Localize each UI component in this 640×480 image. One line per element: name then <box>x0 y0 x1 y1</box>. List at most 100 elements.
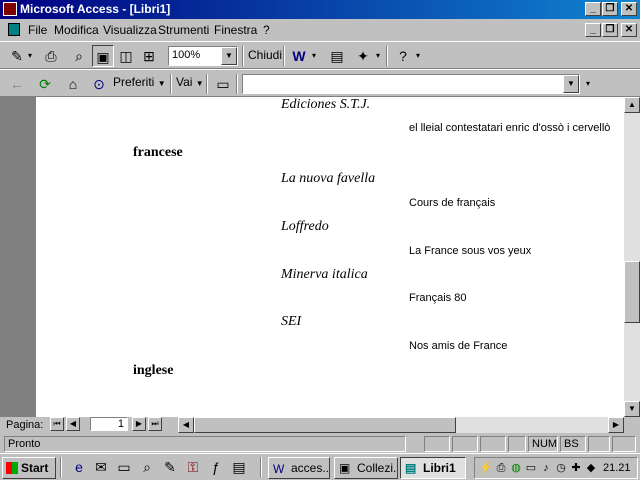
chevron-down-icon[interactable]: ▼ <box>563 75 579 93</box>
task-libri1-button[interactable]: ▤ Libri1 <box>400 457 466 479</box>
chevron-down-icon: ▼ <box>195 79 204 88</box>
access-window: Microsoft Access - [Libri1] _ ❐ ✕ File M… <box>0 0 640 480</box>
outlook-express-icon[interactable]: ✉ <box>90 456 112 478</box>
book-title: Français 80 <box>409 292 467 304</box>
new-object-icon[interactable]: ✦ <box>352 45 374 67</box>
toolbar-options-icon[interactable]: ▾ <box>582 73 594 95</box>
report-icon: ▤ <box>405 461 417 475</box>
scroll-up-icon[interactable]: ▲ <box>624 97 640 113</box>
doc-restore-button[interactable]: ❐ <box>602 23 618 37</box>
printer-icon[interactable]: ⎙ <box>494 461 508 475</box>
menu-visualizza[interactable]: Visualizza <box>103 23 157 37</box>
minimize-button[interactable]: _ <box>585 2 601 16</box>
task-access-button[interactable]: W acces... <box>268 457 330 479</box>
monitor-icon[interactable]: ▭ <box>524 461 538 475</box>
book-title: La France sous vos yeux <box>409 245 532 257</box>
access-app-icon[interactable] <box>3 2 17 16</box>
go-label: Vai <box>176 75 193 89</box>
show-only-web-toolbar-icon[interactable]: ▭ <box>212 73 234 95</box>
two-pages-icon[interactable]: ◫ <box>115 45 137 67</box>
horizontal-scrollbar[interactable]: ◀ ▶ <box>178 417 624 433</box>
page-number-field[interactable]: 1 <box>90 417 128 431</box>
chevron-down-icon[interactable]: ▼ <box>221 47 237 65</box>
address-combo[interactable]: ▼ <box>242 74 580 94</box>
menu-finestra[interactable]: Finestra <box>214 23 257 37</box>
tool-icon[interactable]: ƒ <box>205 456 227 478</box>
new-object-dropdown-icon[interactable]: ▾ <box>372 45 384 67</box>
task-collezioni-button[interactable]: ▣ Collezi... <box>334 457 398 479</box>
database-window-icon[interactable]: ▤ <box>326 45 348 67</box>
chevron-down-icon: ▼ <box>157 79 166 88</box>
next-page-icon[interactable]: ▶ <box>132 417 146 431</box>
scroll-right-icon[interactable]: ▶ <box>608 417 624 433</box>
refresh-icon[interactable]: ⟳ <box>34 73 56 95</box>
separator <box>386 46 388 66</box>
multiple-pages-icon[interactable]: ⊞ <box>138 45 160 67</box>
antivirus-icon[interactable]: ✚ <box>569 461 583 475</box>
page-navigation-bar: Pagina: ⏮ ◀ 1 ▶ ⏭ ◀ ▶ <box>0 417 640 433</box>
bs-indicator: BS <box>560 436 586 452</box>
menu-file[interactable]: File <box>28 23 47 37</box>
doc-minimize-button[interactable]: _ <box>585 23 601 37</box>
show-desktop-icon[interactable]: ▭ <box>113 456 135 478</box>
status-panel-empty <box>588 436 610 452</box>
search-icon[interactable]: ⌕ <box>136 456 158 478</box>
print-icon[interactable]: ⎙ <box>40 45 62 67</box>
publisher-name: Ediciones S.T.J. <box>281 97 371 112</box>
office-links-dropdown-icon[interactable]: ▾ <box>308 45 320 67</box>
scroll-down-icon[interactable]: ▼ <box>624 401 640 417</box>
channel-icon[interactable]: ▤ <box>228 456 250 478</box>
restore-button[interactable]: ❐ <box>602 2 618 16</box>
horizontal-scroll-thumb[interactable] <box>194 417 456 433</box>
clock[interactable]: 21.21 <box>603 462 631 474</box>
menu-bar: File Modifica Visualizza Strumenti Fines… <box>0 19 640 41</box>
toolbar-options-icon[interactable]: ▾ <box>412 45 424 67</box>
search-web-icon[interactable]: ⊙ <box>88 73 110 95</box>
menu-help[interactable]: ? <box>263 23 270 37</box>
help-icon[interactable]: ? <box>392 45 414 67</box>
page-label: Pagina: <box>6 419 44 431</box>
menu-modifica[interactable]: Modifica <box>54 23 99 37</box>
zoom-icon[interactable]: ⌕ <box>68 45 90 67</box>
separator <box>260 457 262 477</box>
back-icon[interactable]: ← <box>6 73 28 95</box>
vertical-scrollbar[interactable]: ▲ ▼ <box>624 97 640 417</box>
report-preview-area: Ediciones S.T.J. el lleial contestatari e… <box>0 97 640 417</box>
task-label: Collezi... <box>357 461 397 475</box>
language-group-header: francese <box>133 145 183 160</box>
zoom-combo[interactable]: 100% ▼ <box>168 46 238 66</box>
word-icon[interactable]: W <box>288 45 310 67</box>
volume-icon[interactable]: ♪ <box>539 461 553 475</box>
task-scheduler-icon[interactable]: ◷ <box>554 461 568 475</box>
first-page-icon[interactable]: ⏮ <box>50 417 64 431</box>
system-tray: ⚡ ⎙ ◍ ▭ ♪ ◷ ✚ ◆ 21.21 <box>474 457 638 479</box>
close-preview-button[interactable]: Chiudi <box>248 48 282 62</box>
separator <box>206 74 208 94</box>
document-icon[interactable] <box>8 23 20 36</box>
menu-strumenti[interactable]: Strumenti <box>158 23 209 37</box>
notepad-icon[interactable]: ✎ <box>159 456 181 478</box>
title-bar[interactable]: Microsoft Access - [Libri1] _ ❐ ✕ <box>0 0 640 19</box>
separator <box>283 46 285 66</box>
word-doc-icon: W <box>273 462 285 476</box>
access-quicklaunch-icon[interactable]: ⚿ <box>182 456 204 478</box>
book-title: el lleial contestatari enric d'ossò i ce… <box>409 122 611 134</box>
go-menu-button[interactable]: Vai ▼ <box>176 75 204 89</box>
vertical-scroll-thumb[interactable] <box>624 261 640 323</box>
close-button[interactable]: ✕ <box>621 2 637 16</box>
internet-explorer-icon[interactable]: e <box>68 456 90 478</box>
home-icon[interactable]: ⌂ <box>62 73 84 95</box>
start-button[interactable]: Start <box>2 457 56 479</box>
previous-page-icon[interactable]: ◀ <box>66 417 80 431</box>
favorites-menu-button[interactable]: Preferiti ▼ <box>113 75 166 89</box>
zoom-value: 100% <box>172 49 201 61</box>
scroll-left-icon[interactable]: ◀ <box>178 417 194 433</box>
network-icon[interactable]: ⚡ <box>479 461 493 475</box>
view-dropdown-icon[interactable]: ▾ <box>24 45 36 67</box>
doc-close-button[interactable]: ✕ <box>621 23 637 37</box>
tray-app-icon[interactable]: ◆ <box>584 461 598 475</box>
report-page[interactable]: Ediciones S.T.J. el lleial contestatari e… <box>36 97 624 417</box>
one-page-icon[interactable]: ▣ <box>92 45 114 67</box>
globe-icon[interactable]: ◍ <box>509 461 523 475</box>
last-page-icon[interactable]: ⏭ <box>148 417 162 431</box>
